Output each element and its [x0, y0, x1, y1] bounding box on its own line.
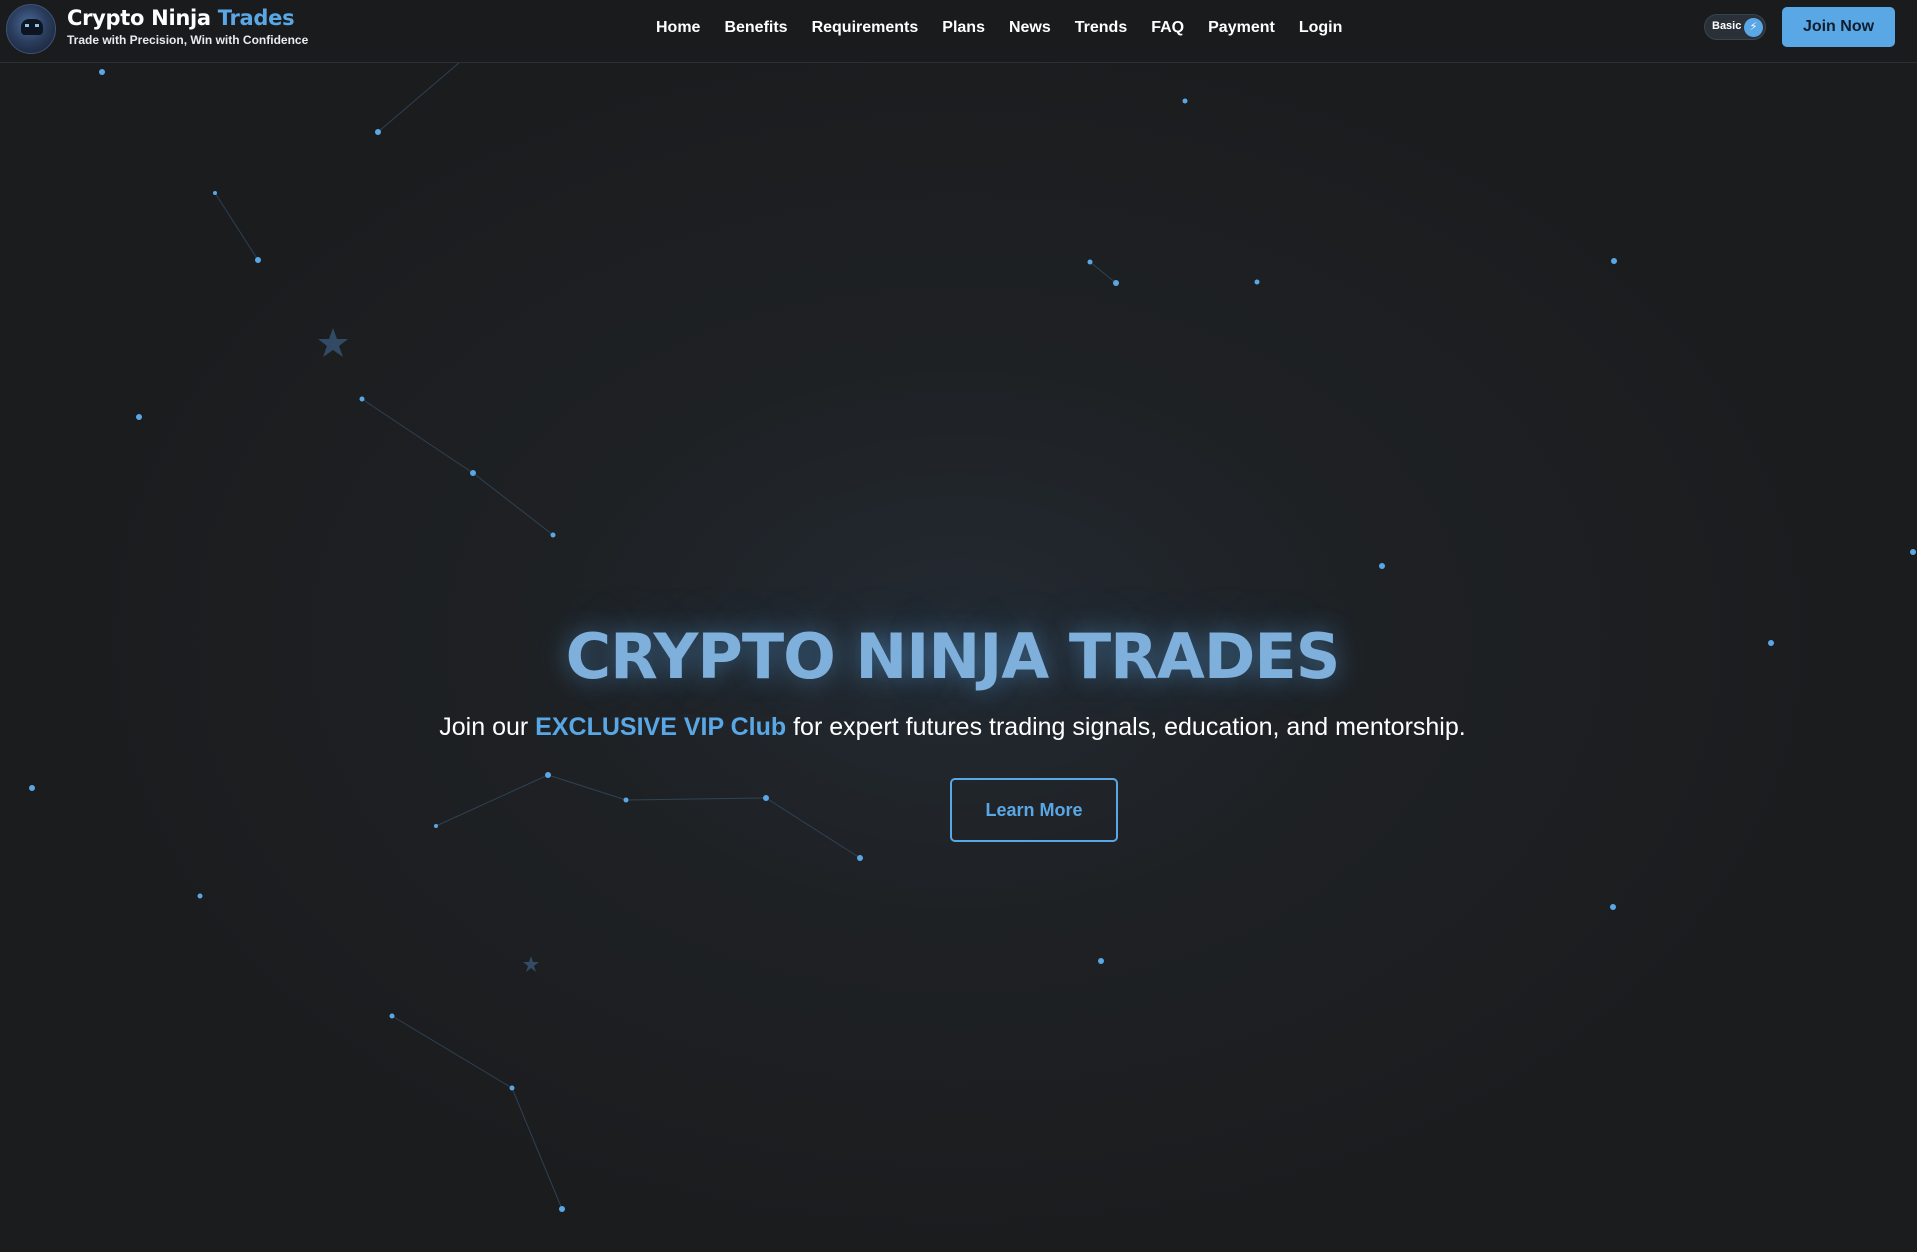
ninja-eyes	[25, 24, 39, 27]
nav-payment[interactable]: Payment	[1208, 19, 1275, 37]
page: Crypto Ninja Trades Trade with Precision…	[0, 0, 1917, 1252]
learn-more-button[interactable]: Learn More	[950, 778, 1118, 842]
hero-title: CRYPTO NINJA TRADES	[565, 620, 1341, 693]
nav-plans[interactable]: Plans	[942, 19, 985, 37]
hero-subtitle-after: for expert futures trading signals, educ…	[786, 713, 1466, 741]
nav-news[interactable]: News	[1009, 19, 1051, 37]
brand-title[interactable]: Crypto Ninja Trades	[67, 6, 295, 30]
nav-benefits[interactable]: Benefits	[724, 19, 787, 37]
nav-trends[interactable]: Trends	[1075, 19, 1127, 37]
hero-subtitle-highlight: EXCLUSIVE VIP Club	[535, 713, 787, 741]
theme-toggle-label: Basic	[1712, 20, 1742, 32]
nav-home[interactable]: Home	[656, 19, 700, 37]
hero-subtitle: Join our EXCLUSIVE VIP Club for expert f…	[0, 713, 1905, 742]
main-nav: Home Benefits Requirements Plans News Tr…	[656, 17, 1342, 39]
nav-login[interactable]: Login	[1299, 19, 1343, 37]
join-now-button[interactable]: Join Now	[1782, 7, 1895, 47]
nav-requirements[interactable]: Requirements	[812, 19, 919, 37]
brand-accent: Trades	[217, 6, 295, 30]
brand-name: Crypto Ninja	[67, 6, 211, 30]
site-header: Crypto Ninja Trades Trade with Precision…	[0, 0, 1917, 63]
ninja-logo-icon[interactable]	[6, 4, 56, 54]
nav-faq[interactable]: FAQ	[1151, 19, 1184, 37]
bolt-icon: ⚡	[1744, 18, 1763, 37]
ninja-mask	[21, 19, 43, 35]
theme-toggle[interactable]: Basic ⚡	[1704, 14, 1766, 40]
hero-subtitle-before: Join our	[439, 713, 536, 741]
brand-tagline: Trade with Precision, Win with Confidenc…	[67, 33, 309, 47]
